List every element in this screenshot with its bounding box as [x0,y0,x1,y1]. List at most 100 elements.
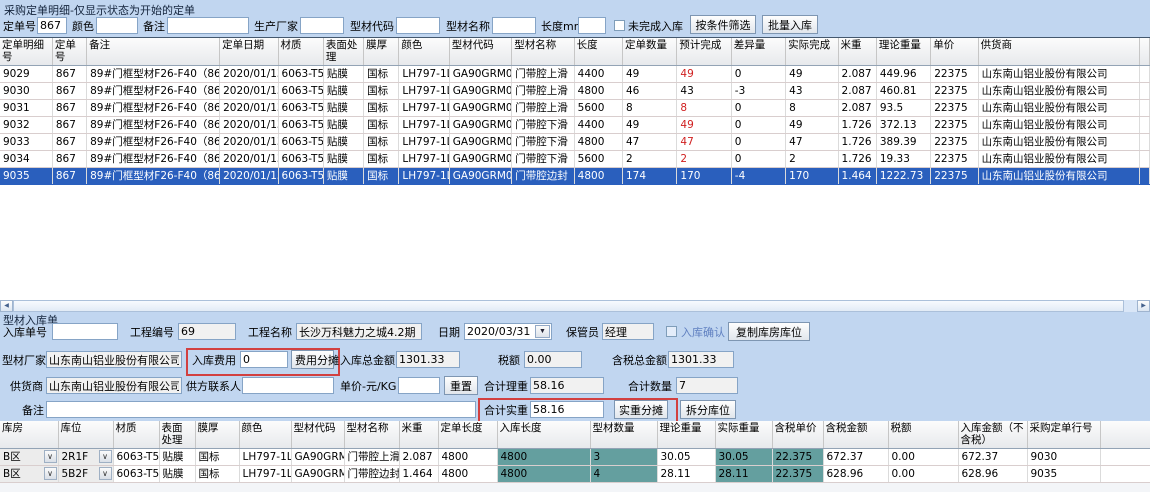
column-header[interactable]: 实际重量 [715,421,772,449]
column-header[interactable]: 定单明细号 [0,38,52,66]
profile-name-filter-input[interactable] [492,17,536,34]
column-header[interactable]: 型材代码 [291,421,344,449]
scroll-left-icon[interactable]: ◀ [0,300,13,312]
cell: 9029 [0,66,52,83]
column-header[interactable]: 含税单价 [772,421,823,449]
column-header[interactable]: 预计完成 [677,38,731,66]
cell: 22375 [931,83,978,100]
column-header[interactable]: 米重 [399,421,438,449]
cell: 门带腔下滑 [512,117,574,134]
column-header[interactable]: 理论重量 [657,421,715,449]
column-header[interactable]: 备注 [87,38,220,66]
scroll-right-icon[interactable]: ▶ [1137,300,1150,312]
combo-arrow-icon[interactable]: ∨ [44,467,57,480]
split-location-button[interactable]: 拆分库位 [680,400,736,419]
inbound-fee-input[interactable] [240,351,288,368]
batch-inbound-button[interactable]: 批量入库 [762,15,818,34]
date-field[interactable]: 2020/03/31 ▼ [464,323,552,340]
column-header[interactable]: 表面处理 [323,38,363,66]
cell: 28.11 [715,466,772,483]
table-row[interactable]: 903386789#门框型材F26-F40（866+867）2020/01/13… [0,134,1150,151]
column-header[interactable]: 型材名称 [512,38,574,66]
column-header[interactable]: 差异量 [731,38,785,66]
combo-arrow-icon[interactable]: ∨ [99,467,112,480]
profile-code-filter-input[interactable] [396,17,440,34]
column-header[interactable]: 含税金额 [823,421,888,449]
column-header[interactable]: 理论重量 [876,38,930,66]
fee-apportion-button[interactable]: 费用分摊 [291,350,334,369]
table-row[interactable]: B区∨5B2F∨6063-T5贴膜国标LH797-1LL0GA90GRM05门带… [0,466,1150,483]
column-header[interactable]: 米重 [838,38,876,66]
table-row[interactable]: 903286789#门框型材F26-F40（866+867）2020/01/13… [0,117,1150,134]
profile-factory-input[interactable] [46,351,182,368]
receipt-no-input[interactable] [52,323,118,340]
length-filter-input[interactable] [578,17,606,34]
table-row[interactable]: B区∨2R1F∨6063-T5贴膜国标LH797-1LL0GA90GRM03门带… [0,449,1150,466]
combo-arrow-icon[interactable]: ∨ [99,450,112,463]
unfinished-checkbox[interactable] [614,20,625,31]
remark-input[interactable] [46,401,476,418]
column-header[interactable]: 库位 [58,421,113,449]
supplier-input[interactable] [46,377,182,394]
total-qty-input[interactable] [676,377,738,394]
inbound-confirm-checkbox[interactable] [666,326,677,337]
column-header[interactable] [1139,38,1149,66]
cell: 门带腔上滑 [512,83,574,100]
tax-total-input[interactable] [668,351,734,368]
column-header[interactable] [1100,421,1150,449]
column-header[interactable]: 型材名称 [344,421,399,449]
column-header[interactable]: 膜厚 [195,421,239,449]
theory-weight-input[interactable] [530,377,604,394]
table-row[interactable]: 903186789#门框型材F26-F40（866+867）2020/01/13… [0,100,1150,117]
copy-warehouse-location-button[interactable]: 复制库房库位 [728,322,810,341]
column-header[interactable]: 入库长度 [497,421,590,449]
keeper-input[interactable] [602,323,654,340]
cell: 贴膜 [159,449,195,466]
tax-input[interactable] [524,351,582,368]
purchase-order-grid[interactable]: 定单明细号定单号备注定单日期材质表面处理膜厚颜色型材代码型材名称长度定单数量预计… [0,38,1150,300]
table-row[interactable]: 902986789#门框型材F26-F40（866+867）2020/01/13… [0,66,1150,83]
color-filter-input[interactable] [96,17,138,34]
supplier-contact-input[interactable] [242,377,334,394]
unit-price-input[interactable] [398,377,440,394]
actual-weight-apportion-button[interactable]: 实重分摊 [614,400,668,419]
filter-by-condition-button[interactable]: 按条件筛选 [690,15,756,34]
column-header[interactable]: 定单号 [52,38,86,66]
calendar-dropdown-icon[interactable]: ▼ [535,325,550,338]
column-header[interactable]: 单价 [931,38,978,66]
combo-arrow-icon[interactable]: ∨ [44,450,57,463]
table-row[interactable]: 903086789#门框型材F26-F40（866+867）2020/01/13… [0,83,1150,100]
total-amount-input[interactable] [396,351,460,368]
column-header[interactable]: 材质 [278,38,323,66]
column-header[interactable]: 定单日期 [220,38,278,66]
column-header[interactable]: 型材数量 [590,421,657,449]
column-header[interactable]: 膜厚 [364,38,399,66]
horizontal-scrollbar[interactable]: ◀ ▶ [0,300,1150,312]
reset-button[interactable]: 重置 [444,376,478,395]
column-header[interactable]: 颜色 [399,38,449,66]
remark-filter-input[interactable] [167,17,249,34]
inbound-detail-grid[interactable]: 库房库位材质表面处理膜厚颜色型材代码型材名称米重定单长度入库长度型材数量理论重量… [0,421,1150,492]
manufacturer-input[interactable] [300,17,344,34]
column-header[interactable]: 实际完成 [786,38,838,66]
column-header[interactable]: 库房 [0,421,58,449]
column-header[interactable]: 供货商 [978,38,1139,66]
column-header[interactable]: 定单数量 [623,38,677,66]
cell: 89#门框型材F26-F40（866+867） [87,151,220,168]
column-header[interactable]: 型材代码 [449,38,511,66]
column-header[interactable]: 定单长度 [438,421,497,449]
column-header[interactable]: 税额 [888,421,958,449]
column-header[interactable]: 入库金额（不含税） [958,421,1027,449]
order-no-input[interactable] [37,17,67,34]
column-header[interactable]: 表面处理 [159,421,195,449]
column-header[interactable]: 采购定单行号 [1027,421,1100,449]
project-name-input[interactable] [296,323,422,340]
actual-weight-input[interactable] [530,401,604,418]
table-row[interactable]: 903586789#门框型材F26-F40（866+867）2020/01/13… [0,168,1150,185]
column-header[interactable]: 长度 [574,38,622,66]
column-header[interactable]: 颜色 [239,421,291,449]
table-row[interactable]: 903486789#门框型材F26-F40（866+867）2020/01/13… [0,151,1150,168]
project-no-input[interactable] [178,323,236,340]
scrollbar-thumb[interactable] [13,300,1124,312]
column-header[interactable]: 材质 [113,421,159,449]
